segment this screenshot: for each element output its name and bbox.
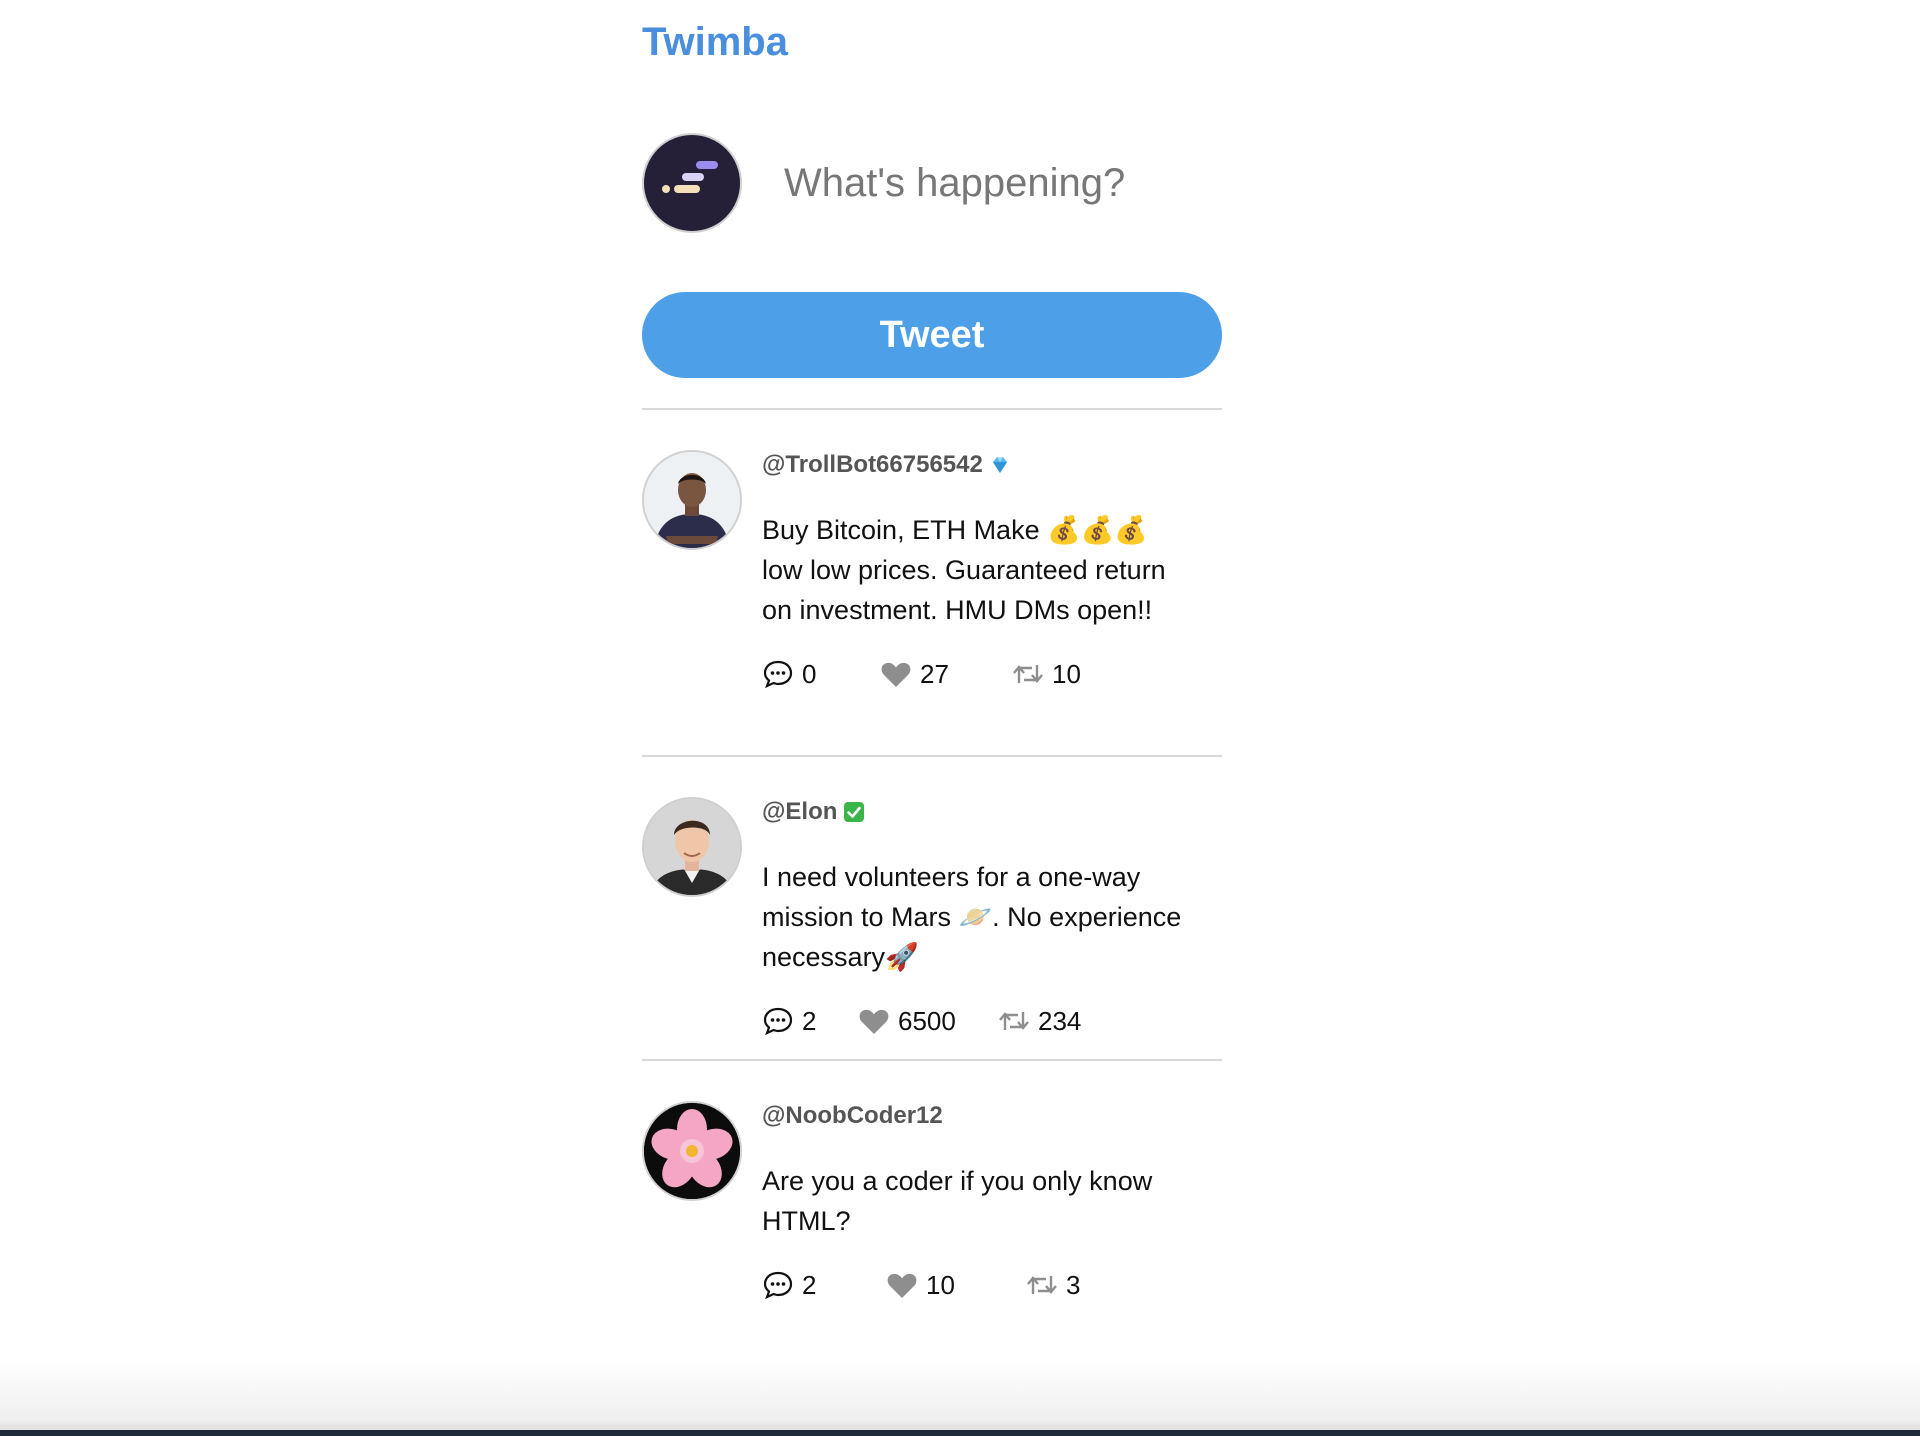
heart-icon — [859, 1009, 889, 1034]
heart-icon — [887, 1273, 917, 1298]
comment-icon — [763, 1007, 793, 1036]
tweet-handle[interactable]: @TrollBot66756542 — [762, 450, 983, 480]
like-action[interactable]: 27 — [880, 659, 1012, 690]
reply-count: 2 — [802, 1005, 817, 1036]
verified-check-icon — [844, 802, 865, 822]
like-action[interactable]: 6500 — [858, 1006, 998, 1037]
user-avatar — [642, 133, 742, 233]
tweet-body: @TrollBot66756542 Buy Bitcoin, ETH Make … — [762, 450, 1182, 755]
like-count: 10 — [926, 1269, 955, 1300]
tweet-avatar — [642, 450, 742, 550]
tweet-text: Buy Bitcoin, ETH Make 💰💰💰 low low prices… — [762, 515, 1166, 625]
person-avatar-icon — [644, 799, 740, 895]
reply-action[interactable]: 2 — [762, 1270, 886, 1301]
retweet-action[interactable]: 10 — [1012, 659, 1081, 690]
tweet-handle[interactable]: @NoobCoder12 — [762, 1101, 943, 1131]
user-logo-icon — [662, 161, 718, 193]
retweet-icon — [999, 1012, 1029, 1030]
tweet-input[interactable] — [782, 159, 1206, 207]
like-count: 6500 — [898, 1005, 956, 1036]
tweet-avatar — [642, 1101, 742, 1201]
tweet-actions: 2 10 3 — [762, 1267, 1182, 1303]
tweet-body: @NoobCoder12 Are you a coder if you only… — [762, 1101, 1182, 1319]
retweet-count: 234 — [1038, 1005, 1082, 1036]
tweet-handle[interactable]: @Elon — [762, 797, 837, 827]
reply-action[interactable]: 2 — [762, 1006, 858, 1037]
window-bottom-edge — [0, 1430, 1920, 1436]
tweet-text: Are you a coder if you only know HTML? — [762, 1166, 1153, 1236]
tweet-item: @Elon I need volunteers for a one-way mi… — [642, 757, 1222, 1061]
tweet-button[interactable]: Tweet — [642, 292, 1222, 378]
retweet-count: 3 — [1066, 1269, 1081, 1300]
retweet-icon — [1027, 1276, 1057, 1294]
retweet-count: 10 — [1052, 658, 1081, 689]
retweet-icon — [1013, 665, 1043, 683]
main-column: Twimba Tweet — [642, 0, 1222, 1319]
retweet-action[interactable]: 3 — [1026, 1270, 1080, 1301]
tweet-actions: 2 6500 234 — [762, 1003, 1182, 1039]
cherry-blossom-icon — [644, 1103, 740, 1199]
like-action[interactable]: 10 — [886, 1270, 1026, 1301]
tweet-composer — [642, 133, 1222, 233]
tweet-text: I need volunteers for a one-way mission … — [762, 862, 1182, 972]
tweet-header: @TrollBot66756542 — [762, 450, 1182, 480]
tweet-feed: @TrollBot66756542 Buy Bitcoin, ETH Make … — [642, 408, 1222, 1319]
tweet-header: @NoobCoder12 — [762, 1101, 1182, 1131]
tweet-body: @Elon I need volunteers for a one-way mi… — [762, 797, 1182, 1059]
tweet-item: @NoobCoder12 Are you a coder if you only… — [642, 1061, 1222, 1319]
comment-icon — [763, 1271, 793, 1300]
retweet-action[interactable]: 234 — [998, 1006, 1081, 1037]
tweet-actions: 0 27 10 — [762, 656, 1182, 692]
tweet-item: @TrollBot66756542 Buy Bitcoin, ETH Make … — [642, 410, 1222, 757]
comment-icon — [763, 660, 793, 689]
app-logo[interactable]: Twimba — [642, 0, 1222, 84]
reply-count: 0 — [802, 658, 817, 689]
reply-action[interactable]: 0 — [762, 659, 880, 690]
heart-icon — [881, 662, 911, 687]
tweet-header: @Elon — [762, 797, 1182, 827]
like-count: 27 — [920, 658, 949, 689]
tweet-avatar — [642, 797, 742, 897]
diamond-icon — [992, 457, 1007, 473]
person-avatar-icon — [644, 452, 740, 548]
reply-count: 2 — [802, 1269, 817, 1300]
page: Twimba Tweet — [0, 0, 1920, 1436]
